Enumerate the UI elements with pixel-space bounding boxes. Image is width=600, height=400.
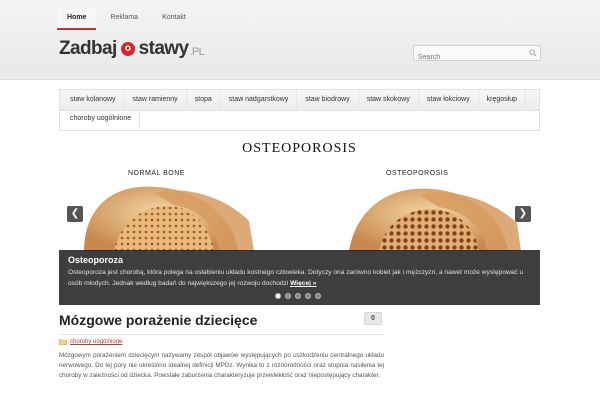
post-category-link[interactable]: choroby uogólnione <box>70 339 122 345</box>
post-title[interactable]: Mózgowe porażenie dziecięce <box>59 312 384 328</box>
read-more-link[interactable]: Więcej » <box>290 280 316 287</box>
category-list: staw kolanowy staw ramienny stopa staw nadg… <box>60 90 539 128</box>
category-link[interactable]: staw nadgarstkowy <box>221 90 298 109</box>
nav-reklama[interactable]: Reklama <box>100 9 148 30</box>
category-link[interactable]: staw skokowy <box>359 90 419 109</box>
slide-label-normal: NORMAL BONE <box>128 170 185 177</box>
category-menu: staw kolanowy staw ramienny stopa staw nadg… <box>59 89 540 131</box>
slide-caption-text: Osteoporoza jest chorobą, która polega n… <box>68 267 531 289</box>
post-divider <box>59 334 384 335</box>
category-link[interactable]: kręgosłup <box>479 90 527 109</box>
bone-illustration <box>84 186 521 251</box>
slider-dot[interactable] <box>285 293 291 299</box>
slider-prev-button[interactable]: ❮ <box>67 206 83 222</box>
post-meta: choroby uogólnione <box>59 339 384 345</box>
logo-o-badge: o <box>120 42 135 56</box>
featured-slider: OSTEOPOROSIS NORMAL BONE OSTEOPOROSIS ❮ … <box>59 133 540 305</box>
slider-next-button[interactable]: ❯ <box>515 206 531 222</box>
search-box <box>413 45 541 65</box>
category-link[interactable]: staw biodrowy <box>297 90 359 109</box>
site-logo[interactable]: Zadbaj o stawy .PL <box>59 38 205 60</box>
chevron-left-icon: ❮ <box>70 208 80 219</box>
post-excerpt: Mózgowym porażeniem dziecięcym nazywamy … <box>59 352 384 379</box>
category-link[interactable]: stopa <box>187 90 221 109</box>
slide-label-osteoporosis: OSTEOPOROSIS <box>386 170 449 177</box>
slider-dot[interactable] <box>315 293 321 299</box>
search-input[interactable] <box>414 50 524 65</box>
slider-pagination <box>275 293 321 299</box>
folder-icon <box>59 339 67 345</box>
logo-text-2: stawy <box>138 38 189 59</box>
slider-dot[interactable] <box>295 293 301 299</box>
nav-home[interactable]: Home <box>57 9 97 30</box>
category-link[interactable]: staw ramienny <box>125 90 187 109</box>
category-link[interactable]: staw kolanowy <box>62 90 125 109</box>
comment-count-badge[interactable]: 0 <box>364 312 382 325</box>
search-icon[interactable] <box>529 49 537 57</box>
chevron-right-icon: ❯ <box>518 208 528 219</box>
logo-tld: .PL <box>189 45 205 58</box>
post-preview: Mózgowe porażenie dziecięce 0 choroby uo… <box>59 312 384 381</box>
slide-image-title: OSTEOPOROSIS <box>242 141 357 156</box>
category-link[interactable]: staw łokciowy <box>419 90 479 109</box>
top-nav: Home Reklama Kontakt <box>57 9 196 30</box>
logo-text-1: Zadbaj <box>59 38 117 59</box>
slide-caption-title[interactable]: Osteoporoza <box>68 255 531 265</box>
slider-dot[interactable] <box>305 293 311 299</box>
slider-dot[interactable] <box>275 293 281 299</box>
category-link[interactable]: choroby uogólnione <box>62 109 141 128</box>
nav-kontakt[interactable]: Kontakt <box>152 9 196 30</box>
